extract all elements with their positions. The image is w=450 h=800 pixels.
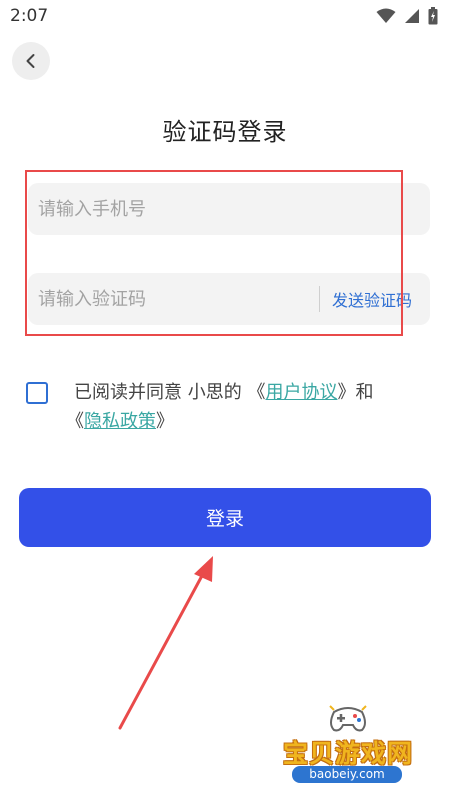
chevron-left-icon (26, 54, 35, 68)
agreement-text: 已阅读并同意 小思的 《用户协议》和 《隐私政策》 (66, 378, 424, 432)
page-title: 验证码登录 (162, 118, 288, 146)
agreement-checkbox[interactable] (26, 382, 48, 404)
watermark-url: baobeiy.com (292, 766, 402, 783)
verification-code-input[interactable] (28, 273, 319, 325)
status-bar: 2:07 (0, 0, 450, 32)
agreement-middle: 》和 (337, 382, 374, 403)
status-icons (376, 7, 438, 25)
watermark-name: 宝贝游戏网 (282, 739, 413, 768)
user-agreement-link[interactable]: 用户协议 (265, 382, 337, 403)
agreement-line-1: 已阅读并同意 小思的 《用户协议》和 (74, 378, 424, 407)
agreement-line2-prefix: 《 (66, 411, 84, 432)
login-button[interactable]: 登录 (19, 488, 431, 547)
phone-input[interactable] (28, 183, 430, 235)
gamepad-icon (329, 705, 367, 732)
phone-field-container (28, 183, 430, 235)
wifi-icon (376, 8, 396, 23)
back-button[interactable] (12, 42, 50, 80)
code-field-divider (318, 286, 320, 312)
status-time: 2:07 (10, 6, 49, 26)
send-code-button[interactable]: 发送验证码 (332, 287, 430, 311)
agreement-prefix: 已阅读并同意 小思的 《 (74, 382, 266, 403)
battery-icon (428, 7, 438, 25)
agreement-suffix: 》 (156, 411, 174, 432)
code-field-container: 发送验证码 (28, 273, 430, 325)
login-screen: 2:07 验证码登录 发送验证码 (0, 0, 450, 800)
privacy-policy-link[interactable]: 隐私政策 (84, 411, 156, 432)
agreement-line-2: 《隐私政策》 (66, 407, 174, 436)
watermark: 宝贝游戏网 baobeiy.com (268, 700, 428, 790)
signal-icon (405, 9, 419, 23)
